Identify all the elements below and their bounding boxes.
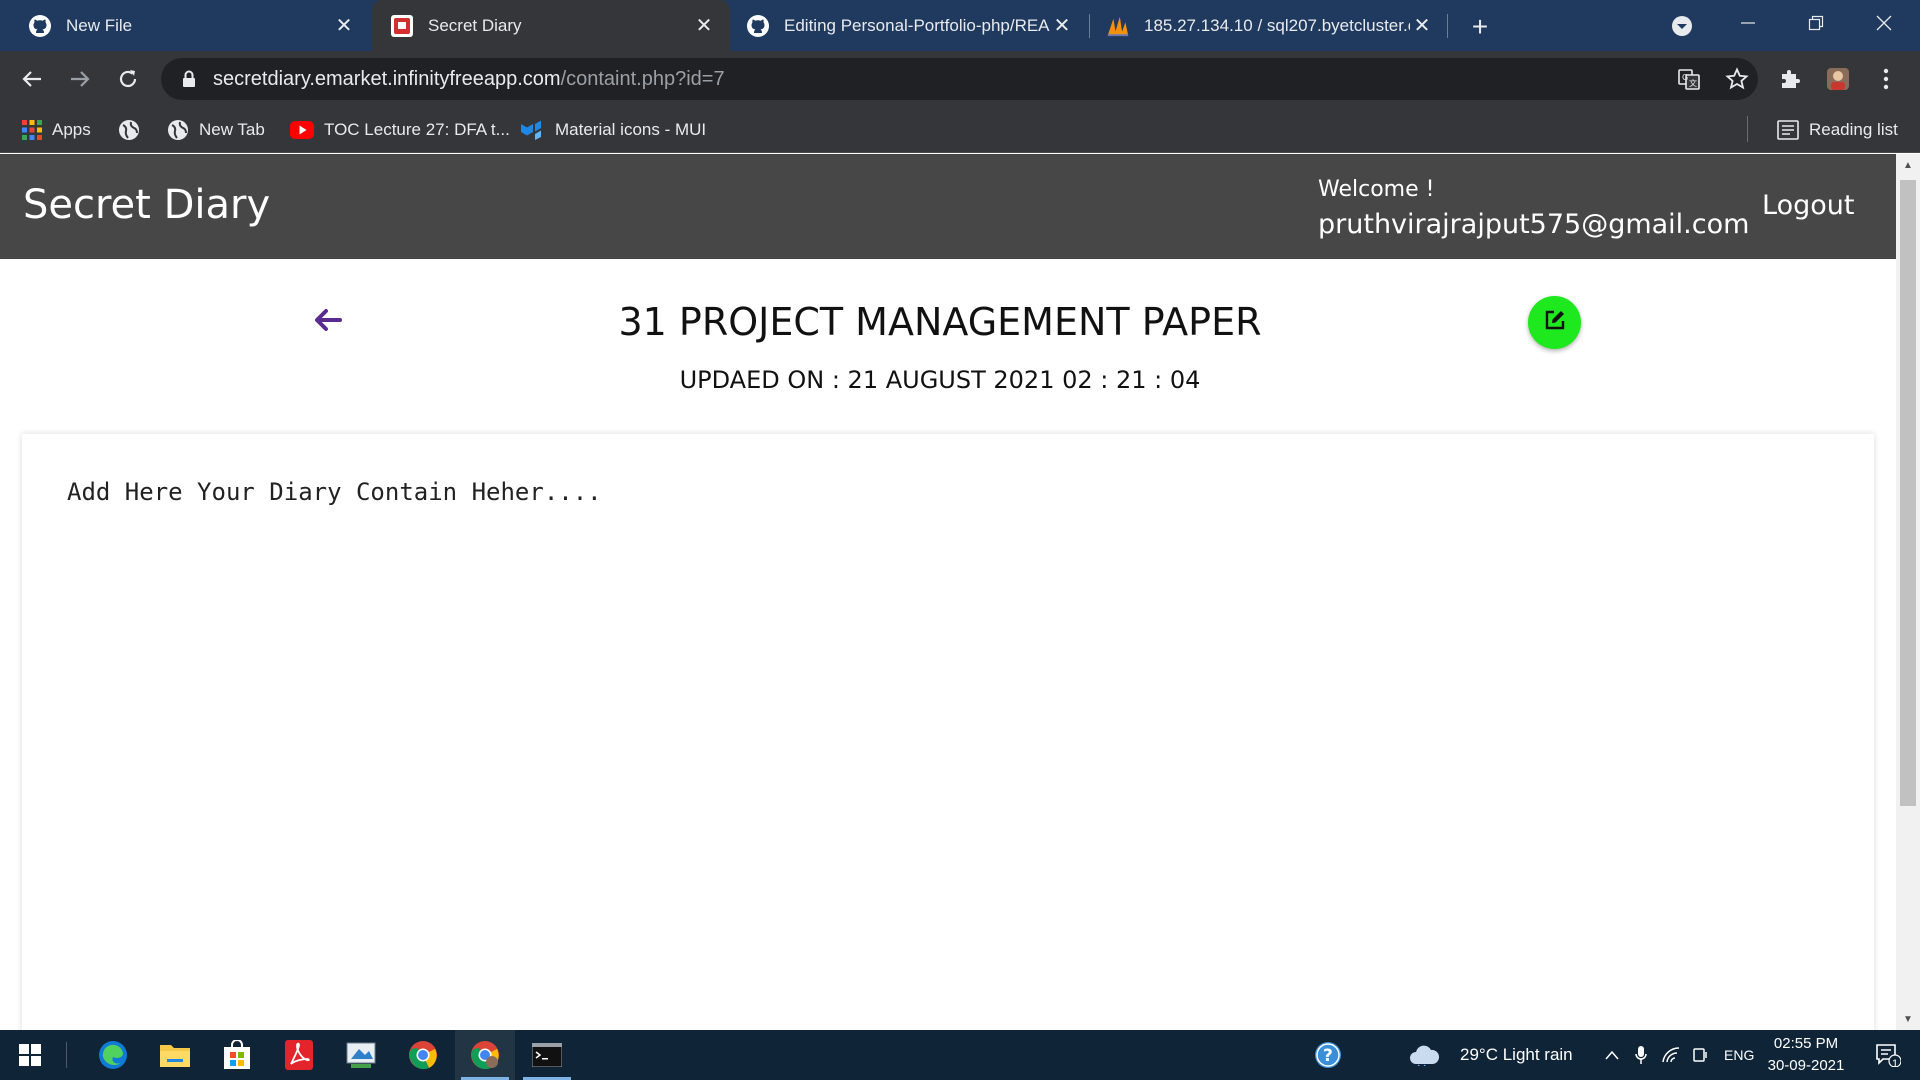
scroll-down-icon[interactable]: ▼ — [1896, 1010, 1920, 1028]
tab-new-file[interactable]: New File ✕ — [0, 0, 370, 51]
tab-title: New File — [66, 15, 133, 35]
phpmyadmin-icon — [1106, 14, 1130, 38]
bookmark-apps[interactable]: Apps — [22, 106, 91, 153]
snipping-tool-icon[interactable] — [331, 1030, 391, 1080]
diary-content-text: Add Here Your Diary Contain Heher.... — [67, 478, 602, 506]
microphone-icon[interactable] — [1629, 1030, 1653, 1080]
volume-icon[interactable] — [1689, 1030, 1713, 1080]
bookmark-label: Material icons - MUI — [555, 119, 707, 139]
secret-diary-favicon — [390, 14, 414, 38]
github-icon — [28, 14, 52, 38]
notification-count: 1 — [1892, 1058, 1899, 1070]
bookmark-label: TOC Lecture 27: DFA t... — [324, 119, 510, 139]
bookmark-material-icons[interactable]: Material icons - MUI — [521, 106, 706, 153]
bookmark-new-tab[interactable]: New Tab — [167, 106, 265, 153]
tab-search-button[interactable] — [1668, 12, 1696, 40]
forward-button[interactable] — [62, 61, 98, 97]
language-indicator[interactable]: ENG — [1724, 1047, 1754, 1063]
browser-tab-strip: New File ✕ Secret Diary ✕ Editing Person… — [0, 0, 1920, 51]
browser-toolbar: secretdiary.emarket.infinityfreeapp.com /… — [0, 51, 1920, 106]
globe-icon — [167, 119, 189, 141]
edge-icon[interactable] — [83, 1030, 143, 1080]
weather-text[interactable]: 29°C Light rain — [1460, 1045, 1573, 1065]
edit-icon — [1544, 309, 1566, 336]
close-icon[interactable]: ✕ — [1410, 13, 1434, 38]
diary-content-card[interactable]: Add Here Your Diary Contain Heher.... — [22, 434, 1874, 1030]
edit-button[interactable] — [1528, 296, 1581, 349]
reading-list-icon — [1777, 119, 1799, 140]
web-page: Secret Diary Welcome ! pruthvirajrajput5… — [0, 154, 1896, 1030]
scroll-up-icon[interactable]: ▲ — [1896, 156, 1920, 174]
tab-title: 185.27.134.10 / sql207.byetcluster.com — [1144, 15, 1410, 35]
url-path: /containt.php?id=7 — [560, 67, 725, 90]
microsoft-store-icon[interactable] — [207, 1030, 267, 1080]
back-arrow-icon[interactable] — [312, 304, 344, 336]
clock-date: 30-09-2021 — [1767, 1057, 1845, 1074]
taskbar-divider — [66, 1042, 67, 1068]
apps-grid-icon — [22, 119, 42, 140]
bookmark-toc-lecture[interactable]: TOC Lecture 27: DFA t... — [290, 106, 510, 153]
file-explorer-icon[interactable] — [145, 1030, 205, 1080]
tab-phpmyadmin[interactable]: 185.27.134.10 / sql207.byetcluster.com ✕ — [1090, 0, 1448, 51]
bookmarks-bar: Apps New Tab TOC Lecture 27: DFA t... Ma… — [0, 106, 1920, 153]
notification-center-icon[interactable]: 1 — [1866, 1030, 1910, 1080]
site-navbar: Secret Diary Welcome ! pruthvirajrajput5… — [0, 154, 1896, 259]
translate-icon[interactable]: G文 — [1674, 64, 1704, 94]
site-brand[interactable]: Secret Diary — [23, 182, 270, 228]
entry-updated-date: UPDAED ON : 21 AUGUST 2021 02 : 21 : 04 — [679, 366, 1201, 394]
weather-cloud-icon[interactable] — [1404, 1030, 1444, 1080]
clock-time: 02:55 PM — [1773, 1035, 1839, 1052]
tab-editing-portfolio[interactable]: Editing Personal-Portfolio-php/README ✕ — [730, 0, 1088, 51]
tab-title: Secret Diary — [428, 15, 522, 35]
minimize-button[interactable] — [1730, 8, 1766, 38]
tray-chevron-up-icon[interactable] — [1600, 1030, 1624, 1080]
svg-text:文: 文 — [1689, 78, 1697, 88]
logout-link[interactable]: Logout — [1762, 190, 1854, 221]
globe-icon — [118, 119, 140, 141]
lock-icon[interactable] — [179, 70, 199, 88]
entry-title: 31 PROJECT MANAGEMENT PAPER — [618, 300, 1262, 344]
tab-separator — [1447, 14, 1448, 38]
menu-kebab-icon[interactable] — [1868, 61, 1904, 97]
chrome-profile-icon[interactable] — [455, 1030, 515, 1080]
bookmark-globe[interactable] — [118, 106, 150, 153]
close-icon[interactable]: ✕ — [692, 13, 716, 38]
youtube-icon — [290, 120, 314, 139]
windows-start-icon[interactable] — [0, 1030, 60, 1080]
welcome-text: Welcome ! — [1318, 177, 1435, 202]
bookmark-label: New Tab — [199, 119, 265, 139]
svg-text:?: ? — [1323, 1046, 1333, 1066]
svg-text:G: G — [1682, 73, 1688, 82]
acrobat-reader-icon[interactable] — [269, 1030, 329, 1080]
reload-button[interactable] — [110, 61, 146, 97]
bookmark-star-icon[interactable] — [1722, 64, 1752, 94]
github-icon — [746, 14, 770, 38]
user-email: pruthvirajrajput575@gmail.com — [1318, 209, 1750, 240]
reading-list-button[interactable]: Reading list — [1777, 106, 1898, 153]
close-icon[interactable]: ✕ — [1050, 13, 1074, 38]
windows-taskbar: ? 29°C Light rain ENG 02:55 PM 30-09-202… — [0, 1030, 1920, 1080]
clock[interactable]: 02:55 PM 30-09-2021 — [1760, 1033, 1852, 1077]
tab-title: Editing Personal-Portfolio-php/README — [784, 15, 1050, 35]
wifi-icon[interactable] — [1659, 1030, 1683, 1080]
mui-icon — [521, 120, 545, 140]
back-button[interactable] — [14, 61, 50, 97]
tab-secret-diary[interactable]: Secret Diary ✕ — [372, 0, 730, 51]
page-scrollbar[interactable]: ▲ ▼ — [1896, 154, 1920, 1030]
restore-button[interactable] — [1798, 8, 1834, 38]
reading-list-label: Reading list — [1809, 119, 1898, 139]
new-tab-button[interactable]: + — [1462, 9, 1498, 45]
bookmarks-divider — [1747, 116, 1748, 142]
profile-avatar[interactable] — [1820, 61, 1856, 97]
url-host: secretdiary.emarket.infinityfreeapp.com — [213, 67, 561, 90]
help-icon[interactable]: ? — [1298, 1030, 1358, 1080]
address-bar[interactable]: secretdiary.emarket.infinityfreeapp.com /… — [161, 58, 1758, 100]
close-icon[interactable]: ✕ — [332, 13, 356, 38]
terminal-icon[interactable] — [517, 1030, 577, 1080]
bookmark-label: Apps — [52, 119, 91, 139]
extensions-puzzle-icon[interactable] — [1772, 61, 1808, 97]
chrome-icon[interactable] — [393, 1030, 453, 1080]
close-window-button[interactable] — [1866, 8, 1902, 38]
scroll-thumb[interactable] — [1900, 180, 1916, 806]
